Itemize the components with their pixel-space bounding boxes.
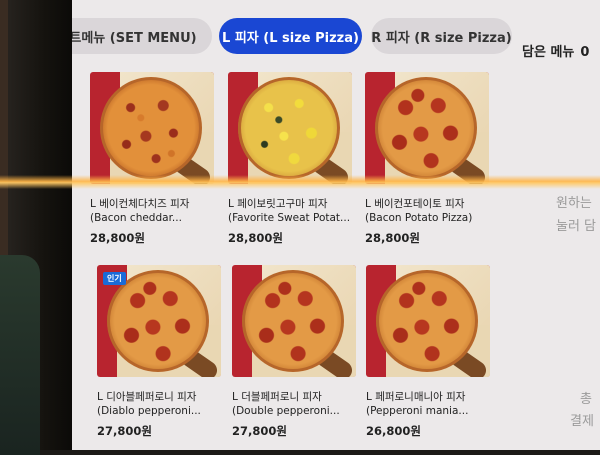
cart-label: 담은 메뉴 [522,45,575,60]
side-instruction-line: 원하는 [556,196,592,211]
product-price: 27,800원 [97,424,152,438]
cart-count: 0 [580,45,590,60]
product-image [232,265,356,377]
light-reflection [0,175,600,189]
pizza-sweet-potato-icon [238,77,340,179]
product-name-en: (Diablo pepperoni... [97,405,201,417]
product-name: L 베이컨체다치즈 피자 [90,198,190,210]
product-image: 인기 [97,265,221,377]
pizza-bacon-cheddar-icon [100,77,202,179]
product-price: 28,800원 [90,231,145,245]
pizza-double-pepperoni-icon [242,270,344,372]
product-image [228,72,352,184]
product-price: 28,800원 [365,231,420,245]
kiosk-base [0,255,40,455]
popular-badge: 인기 [103,272,126,285]
product-image [366,265,490,377]
side-instruction-line: 눌러 담 [556,219,597,234]
product-price: 27,800원 [232,424,287,438]
kiosk-screen: 세트메뉴 (SET MENU) L 피자 (L size Pizza) R 피자… [72,0,600,450]
product-name-en: (Bacon cheddar... [90,212,182,224]
tab-r-size-pizza[interactable]: R 피자 (R size Pizza) [371,18,512,54]
pizza-bacon-potato-icon [375,77,477,179]
product-price: 28,800원 [228,231,283,245]
product-card[interactable]: L 더블페퍼로니 피자 (Double pepperoni... 27,800원 [232,265,362,445]
product-name-en: (Pepperoni mania... [366,405,469,417]
cart-summary[interactable]: 담은 메뉴 0 [522,41,589,60]
product-name: L 디아블페퍼로니 피자 [97,391,197,403]
product-name-en: (Favorite Sweat Potat... [228,212,351,224]
product-name: L 더블페퍼로니 피자 [232,391,322,403]
product-price: 26,800원 [366,424,421,438]
product-name: L 베이컨포테이토 피자 [365,198,465,210]
pizza-diablo-pepperoni-icon [107,270,209,372]
product-name: L 페이보릿고구마 피자 [228,198,328,210]
product-name-en: (Double pepperoni... [232,405,340,417]
side-payment-label[interactable]: 결제 [570,410,600,429]
category-tabs: 세트메뉴 (SET MENU) L 피자 (L size Pizza) R 피자… [72,18,600,60]
product-name-en: (Bacon Potato Pizza) [365,212,473,224]
tab-l-size-pizza[interactable]: L 피자 (L size Pizza) [219,18,362,54]
product-card[interactable]: L 페이보릿고구마 피자 (Favorite Sweat Potat... 28… [228,72,358,252]
product-card[interactable]: 인기 L 디아블페퍼로니 피자 (Diablo pepperoni... 27,… [97,265,227,445]
product-image [90,72,214,184]
pizza-pepperoni-mania-icon [376,270,478,372]
product-card[interactable]: L 베이컨포테이토 피자 (Bacon Potato Pizza) 28,800… [365,72,495,252]
product-card[interactable]: L 페퍼로니매니아 피자 (Pepperoni mania... 26,800원 [366,265,496,445]
tab-set-menu[interactable]: 세트메뉴 (SET MENU) [72,18,212,54]
product-image [365,72,489,184]
side-total-label: 총 [580,392,592,407]
product-name: L 페퍼로니매니아 피자 [366,391,466,403]
product-card[interactable]: L 베이컨체다치즈 피자 (Bacon cheddar... 28,800원 [90,72,220,252]
